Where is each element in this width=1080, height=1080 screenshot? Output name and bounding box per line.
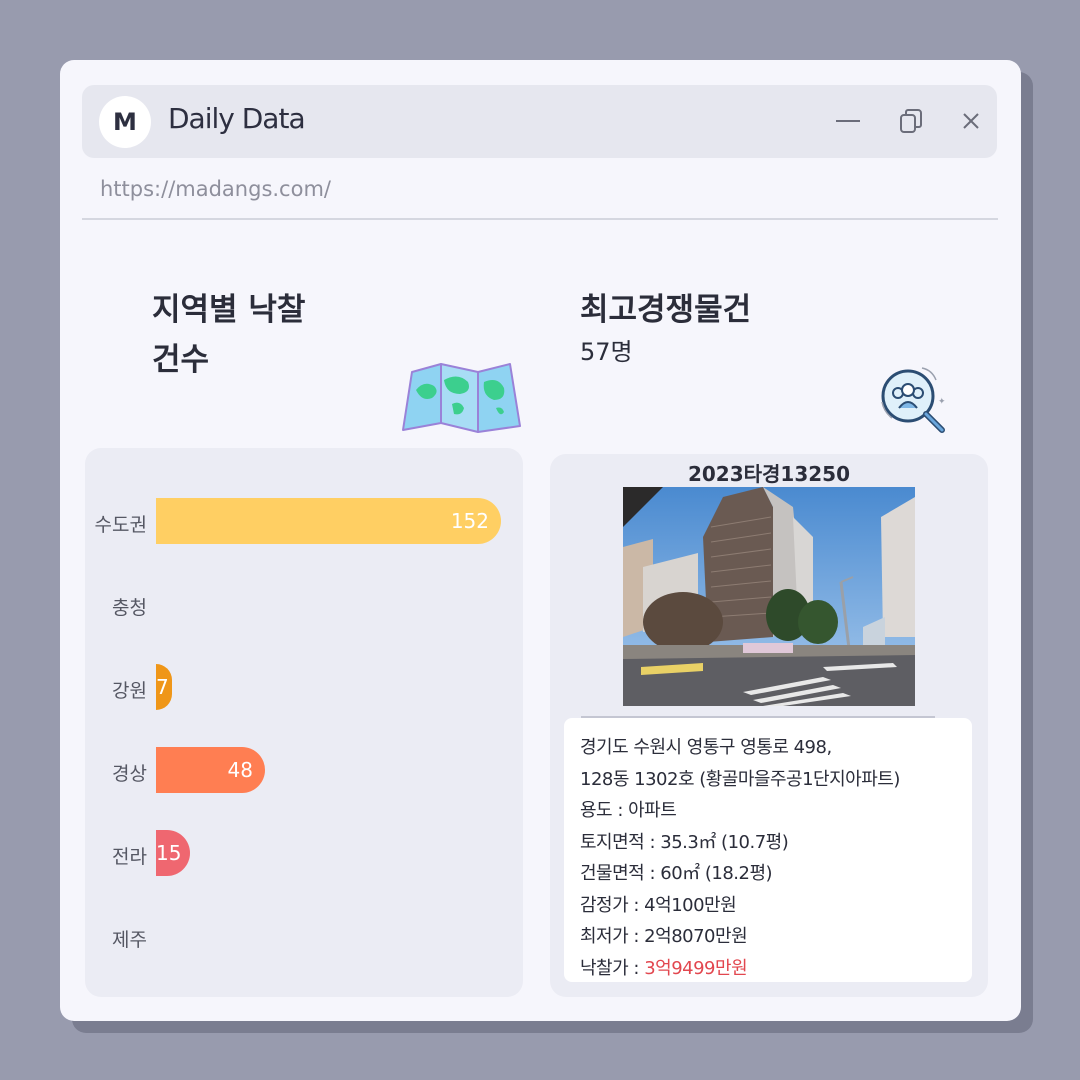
regional-bar-chart: 수도권 152 충청강원 7 경상 48 전라 15 제주 bbox=[85, 448, 523, 997]
winning-price-label: 낙찰가 : bbox=[580, 957, 645, 979]
land-area: 토지면적 : 35.3㎡ (10.7평) bbox=[580, 831, 789, 853]
address-line-1: 경기도 수원시 영통구 영통로 498, bbox=[580, 737, 832, 758]
minimum-price: 최저가 : 2억8070만원 bbox=[580, 926, 748, 947]
regional-winning-bids-title: 지역별 낙찰 건수 bbox=[152, 285, 382, 385]
heading-line-2: 건수 bbox=[152, 342, 210, 378]
people-search-icon: ✦ bbox=[881, 367, 946, 433]
bar-value-label: 152 bbox=[450, 509, 489, 533]
winning-price: 낙찰가 : 3억9499만원 bbox=[580, 953, 958, 985]
case-number: 2023타경13250 bbox=[687, 462, 851, 486]
bar-category-label: 충청 bbox=[112, 597, 147, 619]
title-bar: M Daily Data bbox=[82, 85, 997, 158]
property-card: 2023타경13250 경기도 수원시 영통구 영통로 498, 128동 13… bbox=[550, 454, 988, 997]
folded-map-icon bbox=[402, 363, 521, 433]
winning-price-value: 3억9499만원 bbox=[644, 957, 748, 979]
restore-icon bbox=[900, 109, 922, 133]
top-competition-title: 최고경쟁물건 bbox=[580, 292, 752, 328]
heading-line-1: 지역별 낙찰 bbox=[152, 292, 306, 328]
svg-text:✦: ✦ bbox=[938, 397, 946, 407]
url-text[interactable]: https://madangs.com/ bbox=[100, 177, 331, 201]
bar-4: 15 bbox=[156, 830, 191, 876]
property-details: 경기도 수원시 영통구 영통로 498, 128동 1302호 (황골마을주공1… bbox=[564, 718, 972, 982]
building-area: 건물면적 : 60㎡ (18.2평) bbox=[580, 863, 773, 884]
app-logo: M bbox=[99, 96, 151, 148]
bar-category-label: 강원 bbox=[112, 680, 147, 702]
usage: 용도 : 아파트 bbox=[580, 800, 677, 821]
bar-0: 152 bbox=[156, 498, 501, 544]
header-divider bbox=[82, 218, 998, 220]
appraisal-price: 감정가 : 4억100만원 bbox=[580, 894, 737, 916]
minimize-icon bbox=[836, 120, 860, 122]
close-icon bbox=[963, 113, 979, 129]
bar-category-label: 제주 bbox=[112, 929, 147, 951]
bar-category-label: 전라 bbox=[112, 846, 147, 868]
bar-value-label: 48 bbox=[227, 758, 253, 782]
bar-category-label: 경상 bbox=[112, 763, 147, 785]
restore-button[interactable] bbox=[895, 105, 927, 137]
bidder-count: 57명 bbox=[580, 338, 633, 366]
minimize-button[interactable] bbox=[832, 105, 864, 137]
address-line-2: 128동 1302호 (황골마을주공1단지아파트) bbox=[580, 768, 900, 790]
close-button[interactable] bbox=[955, 105, 987, 137]
app-window: M Daily Data https://madangs.com/ 지역별 낙찰… bbox=[60, 60, 1021, 1021]
bar-2: 7 bbox=[156, 664, 172, 710]
bar-category-label: 수도권 bbox=[94, 514, 147, 536]
window-title: Daily Data bbox=[168, 102, 306, 135]
bar-value-label: 15 bbox=[156, 841, 182, 865]
property-photo bbox=[623, 487, 915, 706]
bar-3: 48 bbox=[156, 747, 265, 793]
bar-value-label: 7 bbox=[156, 675, 169, 699]
